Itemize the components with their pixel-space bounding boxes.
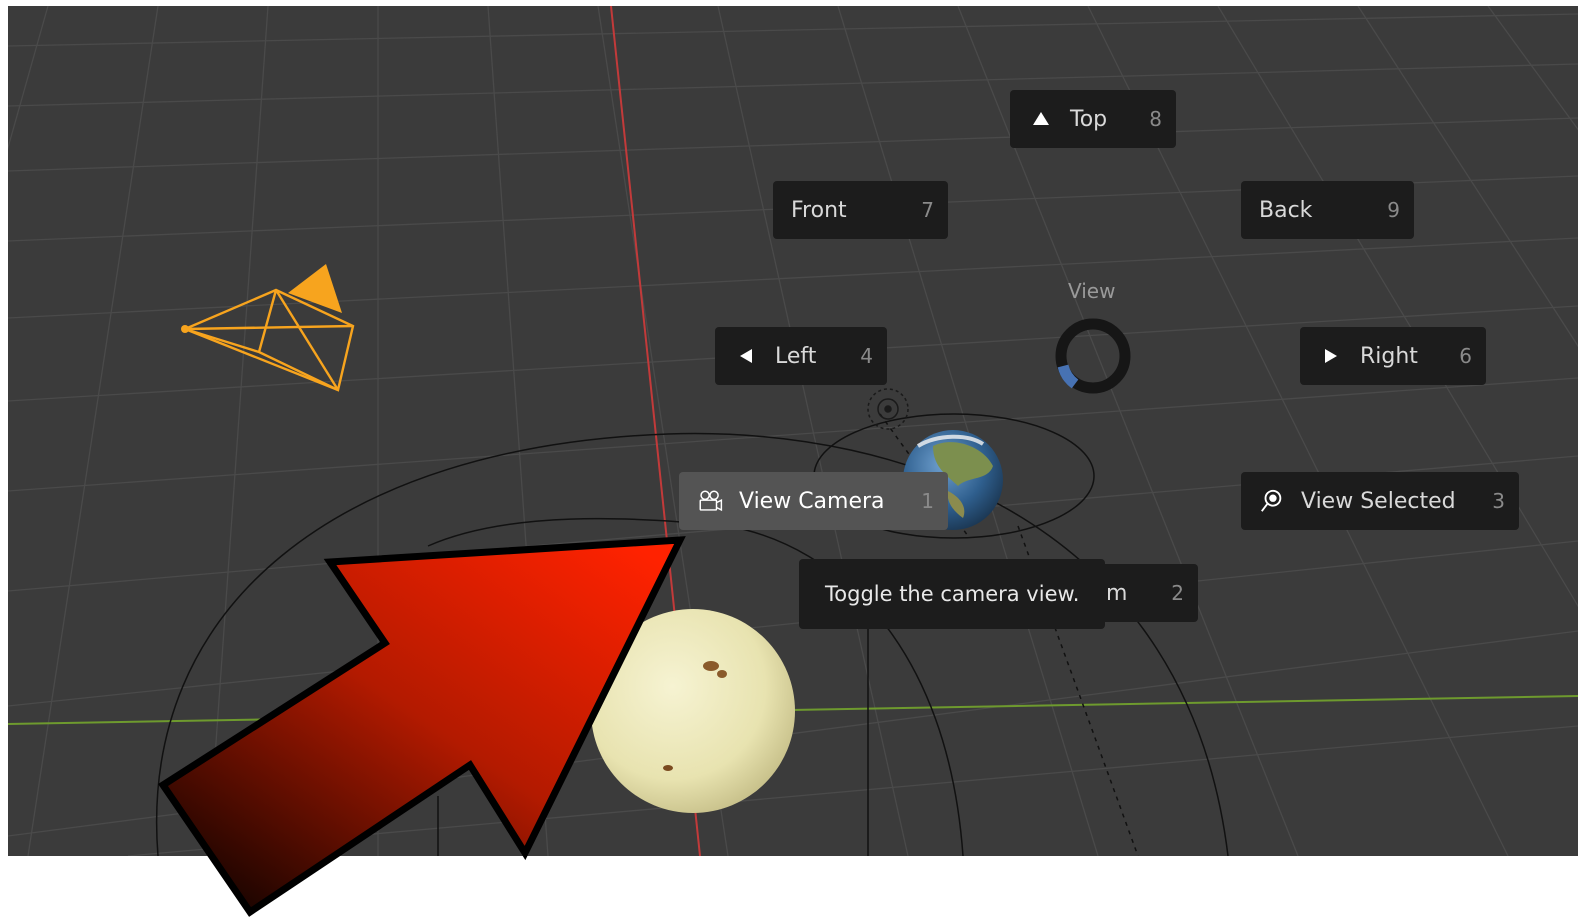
camera-object [181,264,355,392]
view-selected-label: View Selected [1301,488,1456,514]
triangle-left-icon [733,343,759,369]
light-object [867,388,909,430]
triangle-right-icon [1318,343,1344,369]
triangle-up-icon [1028,106,1054,132]
tooltip: Toggle the camera view. [799,559,1106,629]
view-bottom-shortcut: 2 [1171,581,1184,605]
view-right-button[interactable]: Right 6 [1300,327,1486,385]
view-front-shortcut: 7 [921,198,934,222]
scene [8,6,1578,856]
view-camera-shortcut: 1 [921,489,934,513]
3d-viewport[interactable]: View Top 8 Front 7 Back 9 Left 4 Right 6 [8,6,1578,856]
pie-menu-title: View [1068,279,1116,303]
view-selected-shortcut: 3 [1492,489,1505,513]
tooltip-text: Toggle the camera view. [825,582,1080,606]
view-selected-icon [1259,488,1285,514]
view-top-shortcut: 8 [1149,107,1162,131]
view-camera-label: View Camera [739,488,885,514]
sun-object [591,609,795,813]
view-right-shortcut: 6 [1459,344,1472,368]
view-right-label: Right [1360,343,1418,369]
view-front-label: Front [791,197,847,223]
view-front-button[interactable]: Front 7 [773,181,948,239]
view-back-label: Back [1259,197,1313,223]
view-left-shortcut: 4 [860,344,873,368]
view-bottom-label: m [1106,580,1128,606]
view-left-label: Left [775,343,817,369]
view-top-button[interactable]: Top 8 [1010,90,1176,148]
view-camera-button[interactable]: View Camera 1 [679,472,948,530]
pie-direction-ring [1055,318,1131,394]
camera-icon [697,488,723,514]
view-back-shortcut: 9 [1387,198,1400,222]
view-top-label: Top [1070,106,1108,132]
view-left-button[interactable]: Left 4 [715,327,887,385]
view-selected-button[interactable]: View Selected 3 [1241,472,1519,530]
view-back-button[interactable]: Back 9 [1241,181,1414,239]
